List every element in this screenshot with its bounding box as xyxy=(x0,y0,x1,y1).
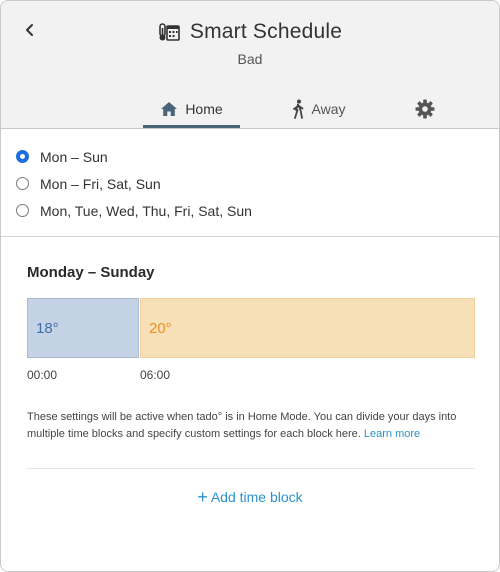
title-row: Smart Schedule xyxy=(1,20,499,44)
day-group-title: Monday – Sunday xyxy=(27,264,155,281)
time-block-temperature: 20° xyxy=(149,320,172,337)
plus-icon: + xyxy=(197,487,208,507)
room-name: Bad xyxy=(237,51,263,67)
home-icon xyxy=(161,101,178,116)
tab-home[interactable]: Home xyxy=(143,92,240,128)
mode-tabs: Home Away xyxy=(1,92,499,128)
option-label: Mon, Tue, Wed, Thu, Fri, Sat, Sun xyxy=(40,202,252,219)
timeline: 18° 20° xyxy=(27,298,475,358)
page-title: Smart Schedule xyxy=(189,20,343,43)
schedule-content: Monday – Sunday 18° 20° 00:00 06:00 Thes… xyxy=(1,237,499,508)
radio-mon-sun[interactable] xyxy=(16,150,29,163)
info-text: These settings will be active when tado°… xyxy=(27,409,467,443)
option-mon-sun[interactable]: Mon – Sun xyxy=(1,143,499,170)
time-label-block-2: 06:00 xyxy=(140,368,171,382)
smart-schedule-window: Smart Schedule Bad Home Away Mon – Sun M… xyxy=(0,0,500,572)
option-each-day[interactable]: Mon, Tue, Wed, Thu, Fri, Sat, Sun xyxy=(1,197,499,224)
time-block-2[interactable]: 20° xyxy=(140,298,475,358)
tab-away[interactable]: Away xyxy=(283,92,353,125)
radio-mon-fri-sat-sun[interactable] xyxy=(16,177,29,190)
time-block-temperature: 18° xyxy=(36,320,59,337)
option-label: Mon – Fri, Sat, Sun xyxy=(40,175,161,192)
gear-icon xyxy=(415,99,435,118)
add-time-block-button[interactable]: + Add time block xyxy=(27,487,473,508)
walking-person-icon xyxy=(292,99,303,119)
option-mon-fri-sat-sun[interactable]: Mon – Fri, Sat, Sun xyxy=(1,170,499,197)
divider xyxy=(27,468,475,469)
thermometer-calendar-icon xyxy=(159,23,180,41)
time-labels: 00:00 06:00 xyxy=(27,368,473,388)
learn-more-link[interactable]: Learn more xyxy=(364,428,420,440)
tab-away-label: Away xyxy=(311,100,346,117)
tab-settings[interactable] xyxy=(409,92,441,125)
time-label-start: 00:00 xyxy=(27,368,58,382)
time-block-1[interactable]: 18° xyxy=(27,298,139,358)
add-time-block-label: Add time block xyxy=(210,489,303,505)
header: Smart Schedule Bad Home Away xyxy=(1,1,499,129)
option-label: Mon – Sun xyxy=(40,148,108,165)
tab-home-label: Home xyxy=(185,100,223,117)
radio-each-day[interactable] xyxy=(16,204,29,217)
schedule-type-options: Mon – Sun Mon – Fri, Sat, Sun Mon, Tue, … xyxy=(1,129,499,237)
